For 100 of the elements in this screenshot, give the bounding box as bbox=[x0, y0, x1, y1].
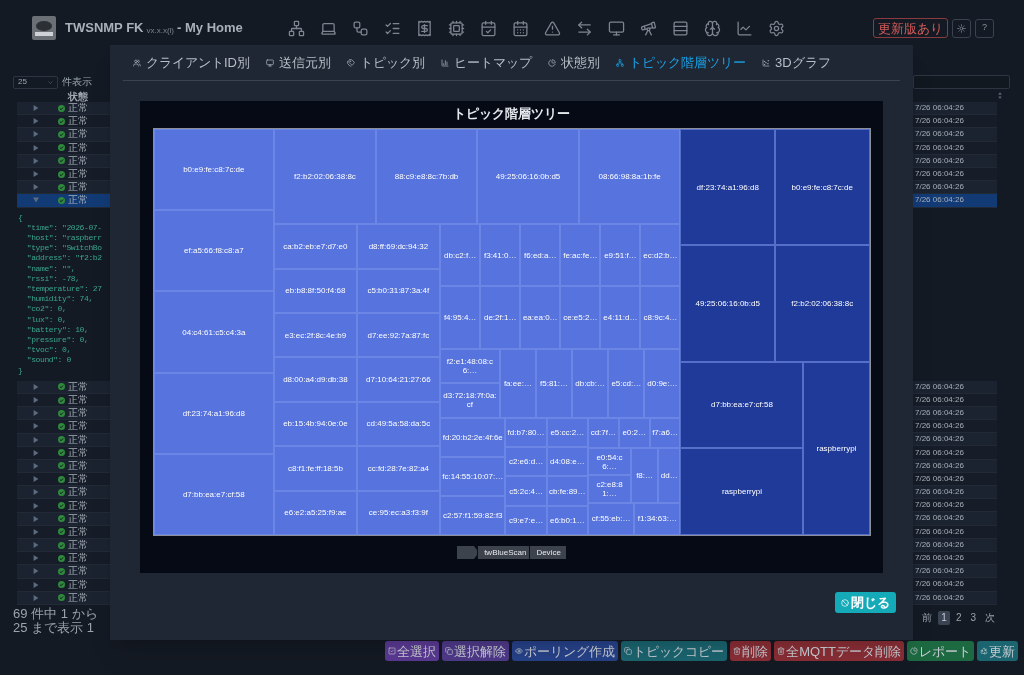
treemap-cell[interactable]: d7:bb:ea:e7:cf:58 bbox=[680, 361, 804, 449]
table-row[interactable]: 7/26 06:04:26 bbox=[913, 486, 997, 500]
treemap-cell[interactable]: 49:25:06:16:0b:d5 bbox=[680, 245, 775, 362]
treemap-cell[interactable]: c2:e8:81:… bbox=[587, 475, 632, 503]
network-icon[interactable] bbox=[287, 19, 305, 37]
treemap-cell[interactable]: db:c2:f… bbox=[440, 224, 481, 287]
treemap-cell[interactable]: c5:2c:4… bbox=[505, 476, 547, 506]
treemap-cell[interactable]: f4:95:4… bbox=[440, 286, 481, 349]
treemap-cell[interactable]: d8:ff:69:dc:94:32 bbox=[356, 224, 441, 269]
treemap-cell[interactable]: db:cb:… bbox=[572, 348, 609, 418]
treemap-cell[interactable]: e0:54:c6:… bbox=[587, 447, 632, 476]
treemap-cell[interactable]: eb:b8:8f:50:f4:68 bbox=[274, 268, 357, 313]
action-button[interactable]: 全選択 bbox=[385, 641, 440, 661]
treemap-cell[interactable]: 88:c9:e8:8c:7b:db bbox=[375, 129, 478, 225]
table-row[interactable]: 7/26 06:04:26 bbox=[913, 380, 997, 394]
table-row[interactable]: 正常 bbox=[17, 473, 110, 487]
search-field[interactable] bbox=[913, 75, 1010, 89]
treemap-cell[interactable]: fa:ee:… bbox=[499, 348, 536, 418]
table-row[interactable]: 正常 bbox=[17, 181, 110, 195]
table-row[interactable]: 正常 bbox=[17, 102, 110, 116]
treemap-cell[interactable]: ce:95:ec:a3:f3:9f bbox=[356, 490, 441, 535]
table-row[interactable]: 正常 bbox=[17, 420, 110, 434]
treemap-cell[interactable]: f1:34:63:… bbox=[634, 502, 681, 535]
treemap-cell[interactable]: fd:b7:80… bbox=[505, 417, 547, 448]
page-link[interactable]: 次 bbox=[982, 610, 998, 625]
action-button[interactable]: ポーリング作成 bbox=[512, 641, 619, 661]
treemap-cell[interactable]: cc:fd:28:7e:82:a4 bbox=[356, 446, 441, 491]
treemap-cell[interactable]: d7:bb:ea:e7:cf:58 bbox=[153, 453, 275, 535]
table-row[interactable]: 正常 bbox=[17, 552, 110, 566]
treemap-cell[interactable]: dd… bbox=[658, 447, 681, 503]
action-button[interactable]: レポート bbox=[907, 641, 974, 661]
treemap-cell[interactable]: f6:ed:a… bbox=[520, 224, 561, 287]
settings-icon[interactable] bbox=[767, 19, 785, 37]
treemap-cell[interactable]: e3:ec:2f:8c:4e:b9 bbox=[274, 313, 357, 358]
treemap-cell[interactable]: raspberrypi bbox=[803, 361, 870, 535]
table-row[interactable]: 正常 bbox=[17, 194, 110, 208]
column-header[interactable]: 状態 bbox=[68, 92, 88, 102]
table-row[interactable]: 正常 bbox=[17, 407, 110, 421]
update-button[interactable]: 更新版あり bbox=[873, 18, 948, 38]
treemap-cell[interactable]: c8:f1:fe:ff:18:5b bbox=[274, 446, 357, 491]
table-row[interactable]: 正常 bbox=[17, 128, 110, 142]
page-size-select[interactable]: 25 bbox=[13, 75, 58, 89]
treemap-cell[interactable]: cb:fe:89… bbox=[546, 476, 588, 506]
receipt-icon[interactable] bbox=[415, 19, 433, 37]
page-link[interactable]: 3 bbox=[967, 610, 979, 625]
table-row[interactable]: 7/26 06:04:26 bbox=[913, 446, 997, 460]
table-row[interactable]: 7/26 06:04:26 bbox=[913, 102, 997, 116]
treemap-cell[interactable]: f8:… bbox=[631, 447, 659, 503]
treemap-cell[interactable]: ca:b2:eb:e7:d7:e0 bbox=[274, 224, 357, 269]
table-row[interactable]: 正常 bbox=[17, 380, 110, 394]
brain-icon[interactable] bbox=[703, 19, 721, 37]
tab[interactable]: ヒートマップ bbox=[441, 53, 532, 73]
page-link[interactable]: 2 bbox=[952, 610, 965, 625]
treemap-cell[interactable]: f7:a6… bbox=[649, 417, 681, 448]
treemap-cell[interactable]: d7:10:64:21:27:66 bbox=[356, 357, 441, 402]
treemap-cell[interactable]: e0:2… bbox=[618, 417, 650, 448]
page-link[interactable]: 前 bbox=[919, 610, 936, 625]
help-button[interactable]: ? bbox=[975, 18, 994, 38]
table-row[interactable]: 正常 bbox=[17, 115, 110, 129]
line-chart-icon[interactable] bbox=[735, 19, 753, 37]
rows-icon[interactable] bbox=[671, 19, 689, 37]
page-link[interactable]: 1 bbox=[938, 610, 950, 625]
chip-icon[interactable] bbox=[447, 19, 465, 37]
tab[interactable]: トピック別 bbox=[347, 53, 425, 73]
table-row[interactable]: 7/26 06:04:26 bbox=[913, 578, 997, 592]
table-row[interactable]: 正常 bbox=[17, 486, 110, 500]
treemap-cell[interactable]: e5:cc:2… bbox=[546, 417, 588, 448]
treemap-cell[interactable]: ec:d2:b… bbox=[640, 224, 681, 287]
monitor-icon[interactable] bbox=[607, 19, 625, 37]
treemap-cell[interactable]: cf:55:eb:… bbox=[587, 502, 635, 535]
breadcrumb-item[interactable]: Device bbox=[529, 546, 566, 559]
calendar-check-icon[interactable] bbox=[479, 19, 497, 37]
treemap-cell[interactable]: df:23:74:a1:96:d8 bbox=[680, 129, 775, 246]
tab[interactable]: トピック階層ツリー bbox=[616, 53, 746, 73]
treemap-cell[interactable]: f2:b2:02:06:38:8c bbox=[274, 129, 376, 225]
treemap-cell[interactable]: e9:51:f… bbox=[600, 224, 641, 287]
treemap-cell[interactable]: ce:e5:2… bbox=[560, 286, 601, 349]
treemap-cell[interactable]: raspberrypi bbox=[680, 448, 804, 535]
treemap-cell[interactable]: cd:49:5a:58:da:5c bbox=[356, 401, 441, 447]
tab[interactable]: 送信元別 bbox=[266, 53, 331, 73]
calendar-icon[interactable] bbox=[511, 19, 529, 37]
treemap-cell[interactable]: d0:9e:… bbox=[644, 348, 681, 418]
treemap-cell[interactable]: eb:15:4b:94:0e:0e bbox=[274, 401, 357, 447]
table-row[interactable]: 7/26 06:04:26 bbox=[913, 420, 997, 434]
table-row[interactable]: 7/26 06:04:26 bbox=[913, 181, 997, 195]
treemap-cell[interactable]: b0:e9:fe:c8:7c:de bbox=[774, 129, 870, 246]
treemap-cell[interactable]: f3:41:0… bbox=[480, 224, 521, 287]
telescope-icon[interactable] bbox=[639, 19, 657, 37]
treemap-cell[interactable]: e4:11:d… bbox=[600, 286, 641, 349]
treemap-cell[interactable]: 49:25:06:16:0b:d5 bbox=[477, 129, 579, 225]
treemap-cell[interactable]: e6:b0:1… bbox=[546, 505, 588, 536]
breadcrumb-root[interactable] bbox=[457, 546, 480, 559]
treemap-cell[interactable]: c2:57:f1:59:82:f3 bbox=[440, 495, 506, 535]
table-row[interactable]: 7/26 06:04:26 bbox=[913, 115, 997, 129]
treemap-cell[interactable]: ea:ea:0… bbox=[520, 286, 561, 349]
table-row[interactable]: 7/26 06:04:26 bbox=[913, 565, 997, 579]
table-row[interactable]: 正常 bbox=[17, 565, 110, 579]
table-row[interactable]: 7/26 06:04:26 bbox=[913, 194, 997, 208]
table-row[interactable]: 7/26 06:04:26 bbox=[913, 128, 997, 142]
treemap-cell[interactable]: ef:a5:66:f8:c8:a7 bbox=[153, 210, 275, 292]
